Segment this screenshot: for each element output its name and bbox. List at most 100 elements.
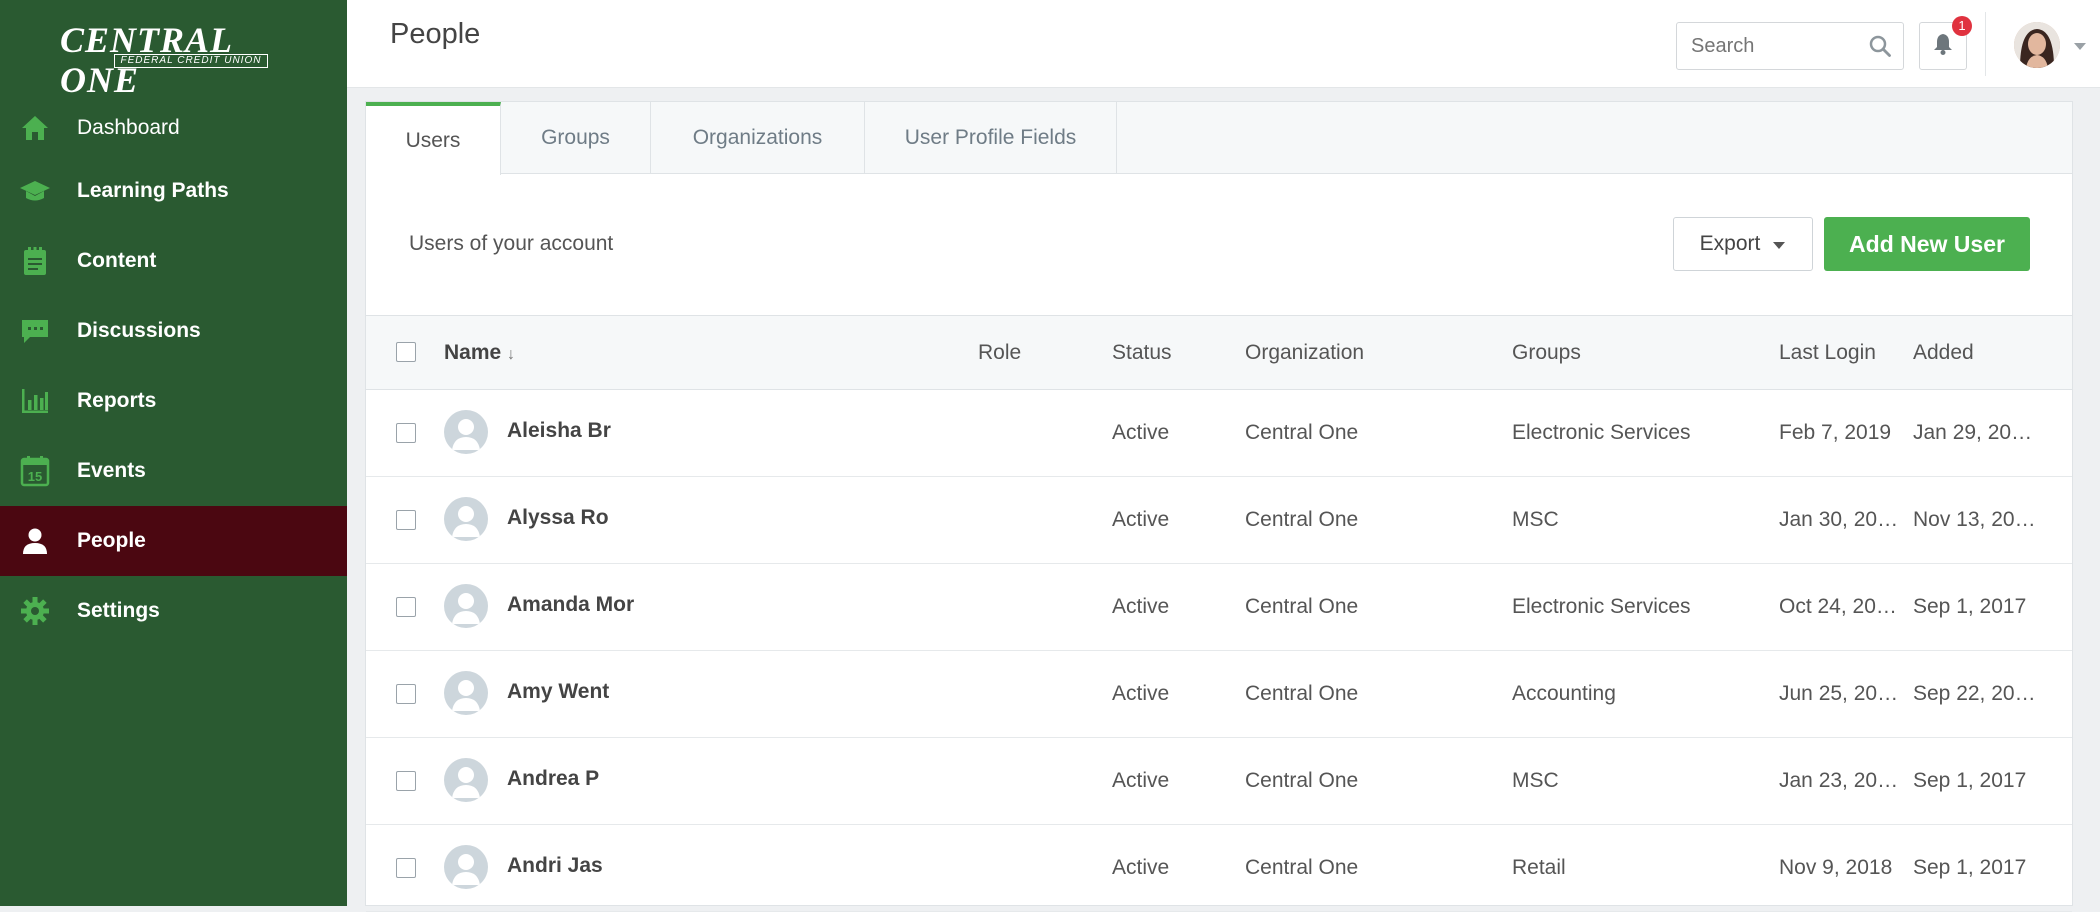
- brand-logo[interactable]: CENTRAL ONE FEDERAL CREDIT UNION: [60, 20, 280, 100]
- user-groups: MSC: [1512, 769, 1559, 792]
- user-status: Active: [1112, 856, 1170, 879]
- notification-badge: 1: [1952, 16, 1972, 36]
- select-all-checkbox[interactable]: [396, 342, 416, 362]
- sidebar-item-label: Reports: [77, 389, 157, 412]
- row-checkbox[interactable]: [396, 858, 416, 878]
- sidebar-item-reports[interactable]: Reports: [0, 366, 347, 436]
- user-organization: Central One: [1245, 856, 1359, 879]
- user-name-link[interactable]: Aleisha Br: [507, 390, 611, 476]
- export-button[interactable]: Export: [1673, 217, 1813, 271]
- user-groups: Electronic Services: [1512, 421, 1691, 444]
- export-label: Export: [1699, 232, 1761, 255]
- bar-chart-icon: [19, 385, 51, 417]
- user-last-login: Oct 24, 20…: [1779, 595, 1897, 618]
- column-header-role[interactable]: Role: [978, 316, 1021, 389]
- row-checkbox[interactable]: [396, 597, 416, 617]
- bell-icon: [1933, 33, 1953, 60]
- search-box[interactable]: [1676, 22, 1904, 70]
- notepad-icon: [19, 245, 51, 277]
- user-name-link[interactable]: Amy Went: [507, 651, 609, 737]
- chevron-down-icon[interactable]: [2073, 38, 2087, 56]
- notifications-button[interactable]: 1: [1919, 16, 1972, 70]
- sidebar-item-label: Discussions: [77, 319, 201, 342]
- column-label: Name: [444, 341, 502, 364]
- user-last-login: Feb 7, 2019: [1779, 421, 1892, 444]
- sidebar-nav: Dashboard Learning Paths Content Discuss…: [0, 100, 347, 646]
- user-last-login: Jan 23, 20…: [1779, 769, 1899, 792]
- table-row[interactable]: Alyssa Ro Active Central One MSC Jan 30,…: [366, 477, 2072, 564]
- avatar: [444, 758, 488, 802]
- table-row[interactable]: Aleisha Br Active Central One Electronic…: [366, 390, 2072, 477]
- column-header-name[interactable]: Name ↓: [444, 316, 515, 389]
- sidebar-item-settings[interactable]: Settings: [0, 576, 347, 646]
- sidebar-item-label: Learning Paths: [77, 179, 229, 202]
- column-header-status[interactable]: Status: [1112, 316, 1172, 389]
- tab-user-profile-fields[interactable]: User Profile Fields: [865, 102, 1117, 174]
- tab-organizations[interactable]: Organizations: [651, 102, 865, 174]
- search-input[interactable]: [1677, 23, 1857, 69]
- sidebar-item-people[interactable]: People: [0, 506, 347, 576]
- user-organization: Central One: [1245, 508, 1359, 531]
- sort-arrow-icon: ↓: [507, 346, 516, 363]
- row-checkbox[interactable]: [396, 771, 416, 791]
- column-header-added[interactable]: Added: [1913, 316, 1974, 389]
- logo-subtitle: FEDERAL CREDIT UNION: [114, 54, 268, 68]
- gear-icon: [19, 595, 51, 627]
- user-groups: MSC: [1512, 508, 1559, 531]
- search-icon[interactable]: [1869, 35, 1891, 57]
- calendar-day-label: 15: [28, 469, 42, 484]
- user-name-link[interactable]: Andri Jas: [507, 825, 603, 911]
- sidebar-item-label: Content: [77, 249, 157, 272]
- people-panel: Users Groups Organizations User Profile …: [365, 101, 2073, 912]
- user-groups: Accounting: [1512, 682, 1616, 705]
- table-header: Name ↓ Role Status Organization Groups L…: [366, 315, 2072, 390]
- table-row[interactable]: Amy Went Active Central One Accounting J…: [366, 651, 2072, 738]
- user-groups: Retail: [1512, 856, 1566, 879]
- user-added: Sep 1, 2017: [1913, 769, 2027, 792]
- avatar: [444, 584, 488, 628]
- column-header-groups[interactable]: Groups: [1512, 316, 1581, 389]
- sidebar-item-learning-paths[interactable]: Learning Paths: [0, 156, 347, 226]
- user-name-link[interactable]: Alyssa Ro: [507, 477, 609, 563]
- sidebar-item-content[interactable]: Content: [0, 226, 347, 296]
- user-added: Sep 1, 2017: [1913, 595, 2027, 618]
- sidebar-item-label: Dashboard: [77, 116, 180, 139]
- user-added: Nov 13, 20…: [1913, 508, 2036, 531]
- user-added: Sep 1, 2017: [1913, 856, 2027, 879]
- caret-down-icon: [1772, 232, 1786, 256]
- column-header-last-login[interactable]: Last Login: [1779, 316, 1876, 389]
- column-header-organization[interactable]: Organization: [1245, 316, 1364, 389]
- user-name-link[interactable]: Amanda Mor: [507, 564, 634, 650]
- row-checkbox[interactable]: [396, 684, 416, 704]
- avatar: [444, 845, 488, 889]
- page-title: People: [390, 18, 481, 50]
- user-last-login: Jun 25, 20…: [1779, 682, 1899, 705]
- table-row[interactable]: Andri Jas Active Central One Retail Nov …: [366, 825, 2072, 912]
- home-icon: [19, 112, 51, 144]
- user-last-login: Jan 30, 20…: [1779, 508, 1899, 531]
- tab-groups[interactable]: Groups: [501, 102, 651, 174]
- user-last-login: Nov 9, 2018: [1779, 856, 1893, 879]
- table-row[interactable]: Andrea P Active Central One MSC Jan 23, …: [366, 738, 2072, 825]
- avatar: [444, 497, 488, 541]
- user-organization: Central One: [1245, 769, 1359, 792]
- row-checkbox[interactable]: [396, 510, 416, 530]
- avatar: [444, 671, 488, 715]
- sidebar-item-discussions[interactable]: Discussions: [0, 296, 347, 366]
- add-new-user-button[interactable]: Add New User: [1824, 217, 2030, 271]
- user-status: Active: [1112, 508, 1170, 531]
- table-row[interactable]: Amanda Mor Active Central One Electronic…: [366, 564, 2072, 651]
- user-avatar[interactable]: [2014, 22, 2060, 68]
- sidebar-item-label: Settings: [77, 599, 160, 622]
- user-name-link[interactable]: Andrea P: [507, 738, 599, 824]
- graduation-cap-icon: [19, 175, 51, 207]
- tab-users[interactable]: Users: [366, 102, 501, 175]
- avatar: [444, 410, 488, 454]
- row-checkbox[interactable]: [396, 423, 416, 443]
- sidebar: CENTRAL ONE FEDERAL CREDIT UNION Dashboa…: [0, 0, 347, 906]
- user-status: Active: [1112, 421, 1170, 444]
- user-organization: Central One: [1245, 421, 1359, 444]
- sidebar-item-events[interactable]: 15 Events: [0, 436, 347, 506]
- user-groups: Electronic Services: [1512, 595, 1691, 618]
- sidebar-item-dashboard[interactable]: Dashboard: [0, 100, 347, 156]
